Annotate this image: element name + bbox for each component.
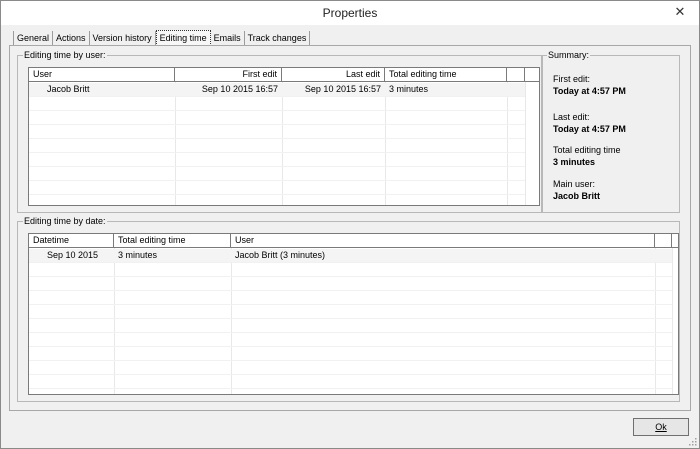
close-icon: ✕ xyxy=(674,4,686,19)
table-row[interactable]: Jacob Britt Sep 10 2015 16:57 Sep 10 201… xyxy=(29,83,525,97)
column-header-total-editing-time[interactable]: Total editing time xyxy=(114,234,231,248)
cell-datetime: Sep 10 2015 xyxy=(47,250,99,260)
tab-strip: General Actions Version history Editing … xyxy=(13,30,311,46)
empty-row xyxy=(29,319,672,333)
summary-main-user-value: Jacob Britt xyxy=(553,191,601,201)
column-header-user[interactable]: User xyxy=(231,234,655,248)
empty-row xyxy=(29,153,525,167)
empty-row xyxy=(29,291,672,305)
cell-total-editing-time: 3 minutes xyxy=(389,84,429,94)
column-header-filler xyxy=(507,68,525,82)
table-row[interactable]: Sep 10 2015 3 minutes Jacob Britt (3 min… xyxy=(29,249,672,263)
empty-row xyxy=(29,111,525,125)
empty-row xyxy=(29,263,672,277)
tab-general[interactable]: General xyxy=(13,31,54,46)
empty-row xyxy=(29,361,672,375)
summary-first-edit-value: Today at 4:57 PM xyxy=(553,86,626,96)
column-header-filler xyxy=(655,234,672,248)
by-date-table-header: Datetime Total editing time User xyxy=(29,234,678,248)
summary-last-edit-value: Today at 4:57 PM xyxy=(553,124,626,134)
ok-button-label: Ok xyxy=(655,422,667,432)
editing-time-by-user-group: Editing time by user: User First edit La… xyxy=(17,50,543,213)
cell-total-editing-time: 3 minutes xyxy=(118,250,158,260)
column-divider xyxy=(525,82,526,205)
tab-actions[interactable]: Actions xyxy=(53,31,90,46)
empty-row xyxy=(29,167,525,181)
summary-total-value: 3 minutes xyxy=(553,157,596,167)
group-label-summary: Summary: xyxy=(547,50,591,60)
empty-row xyxy=(29,181,525,195)
title-bar: Properties ✕ xyxy=(1,1,699,25)
column-header-last-edit[interactable]: Last edit xyxy=(282,68,385,82)
group-label-by-user: Editing time by user: xyxy=(23,50,107,60)
empty-row xyxy=(29,125,525,139)
by-date-table[interactable]: Datetime Total editing time User Sep 10 … xyxy=(28,233,679,395)
resize-grip-icon[interactable] xyxy=(687,436,697,446)
summary-group: Summary: First edit: Today at 4:57 PM La… xyxy=(541,50,680,213)
column-header-total-editing-time[interactable]: Total editing time xyxy=(385,68,507,82)
close-button[interactable]: ✕ xyxy=(669,3,691,21)
tab-panel-editing-time: Editing time by user: User First edit La… xyxy=(9,45,691,411)
summary-first-edit-label: First edit: xyxy=(553,74,591,84)
window-title: Properties xyxy=(322,6,378,20)
summary-total-label: Total editing time xyxy=(553,145,621,155)
cell-last-edit: Sep 10 2015 16:57 xyxy=(304,84,381,94)
column-divider xyxy=(672,248,673,394)
tab-emails[interactable]: Emails xyxy=(210,31,245,46)
editing-time-by-date-group: Editing time by date: Datetime Total edi… xyxy=(17,216,680,402)
tab-editing-time[interactable]: Editing time xyxy=(155,30,211,46)
tab-track-changes[interactable]: Track changes xyxy=(244,31,311,46)
summary-main-user-label: Main user: xyxy=(553,179,596,189)
column-header-first-edit[interactable]: First edit xyxy=(175,68,282,82)
empty-row xyxy=(29,375,672,389)
ok-button[interactable]: Ok xyxy=(633,418,689,436)
properties-window: Properties ✕ General Actions Version his… xyxy=(0,0,700,449)
by-user-table[interactable]: User First edit Last edit Total editing … xyxy=(28,67,540,206)
cell-user: Jacob Britt xyxy=(47,84,90,94)
group-label-by-date: Editing time by date: xyxy=(23,216,107,226)
empty-row xyxy=(29,305,672,319)
column-header-user[interactable]: User xyxy=(29,68,175,82)
empty-row xyxy=(29,139,525,153)
empty-row xyxy=(29,277,672,291)
summary-last-edit-label: Last edit: xyxy=(553,112,590,122)
cell-user: Jacob Britt (3 minutes) xyxy=(235,250,326,260)
tab-version-history[interactable]: Version history xyxy=(89,31,156,46)
cell-first-edit: Sep 10 2015 16:57 xyxy=(201,84,278,94)
column-header-datetime[interactable]: Datetime xyxy=(29,234,114,248)
empty-row xyxy=(29,347,672,361)
empty-row xyxy=(29,97,525,111)
empty-row xyxy=(29,333,672,347)
by-user-table-header: User First edit Last edit Total editing … xyxy=(29,68,539,82)
